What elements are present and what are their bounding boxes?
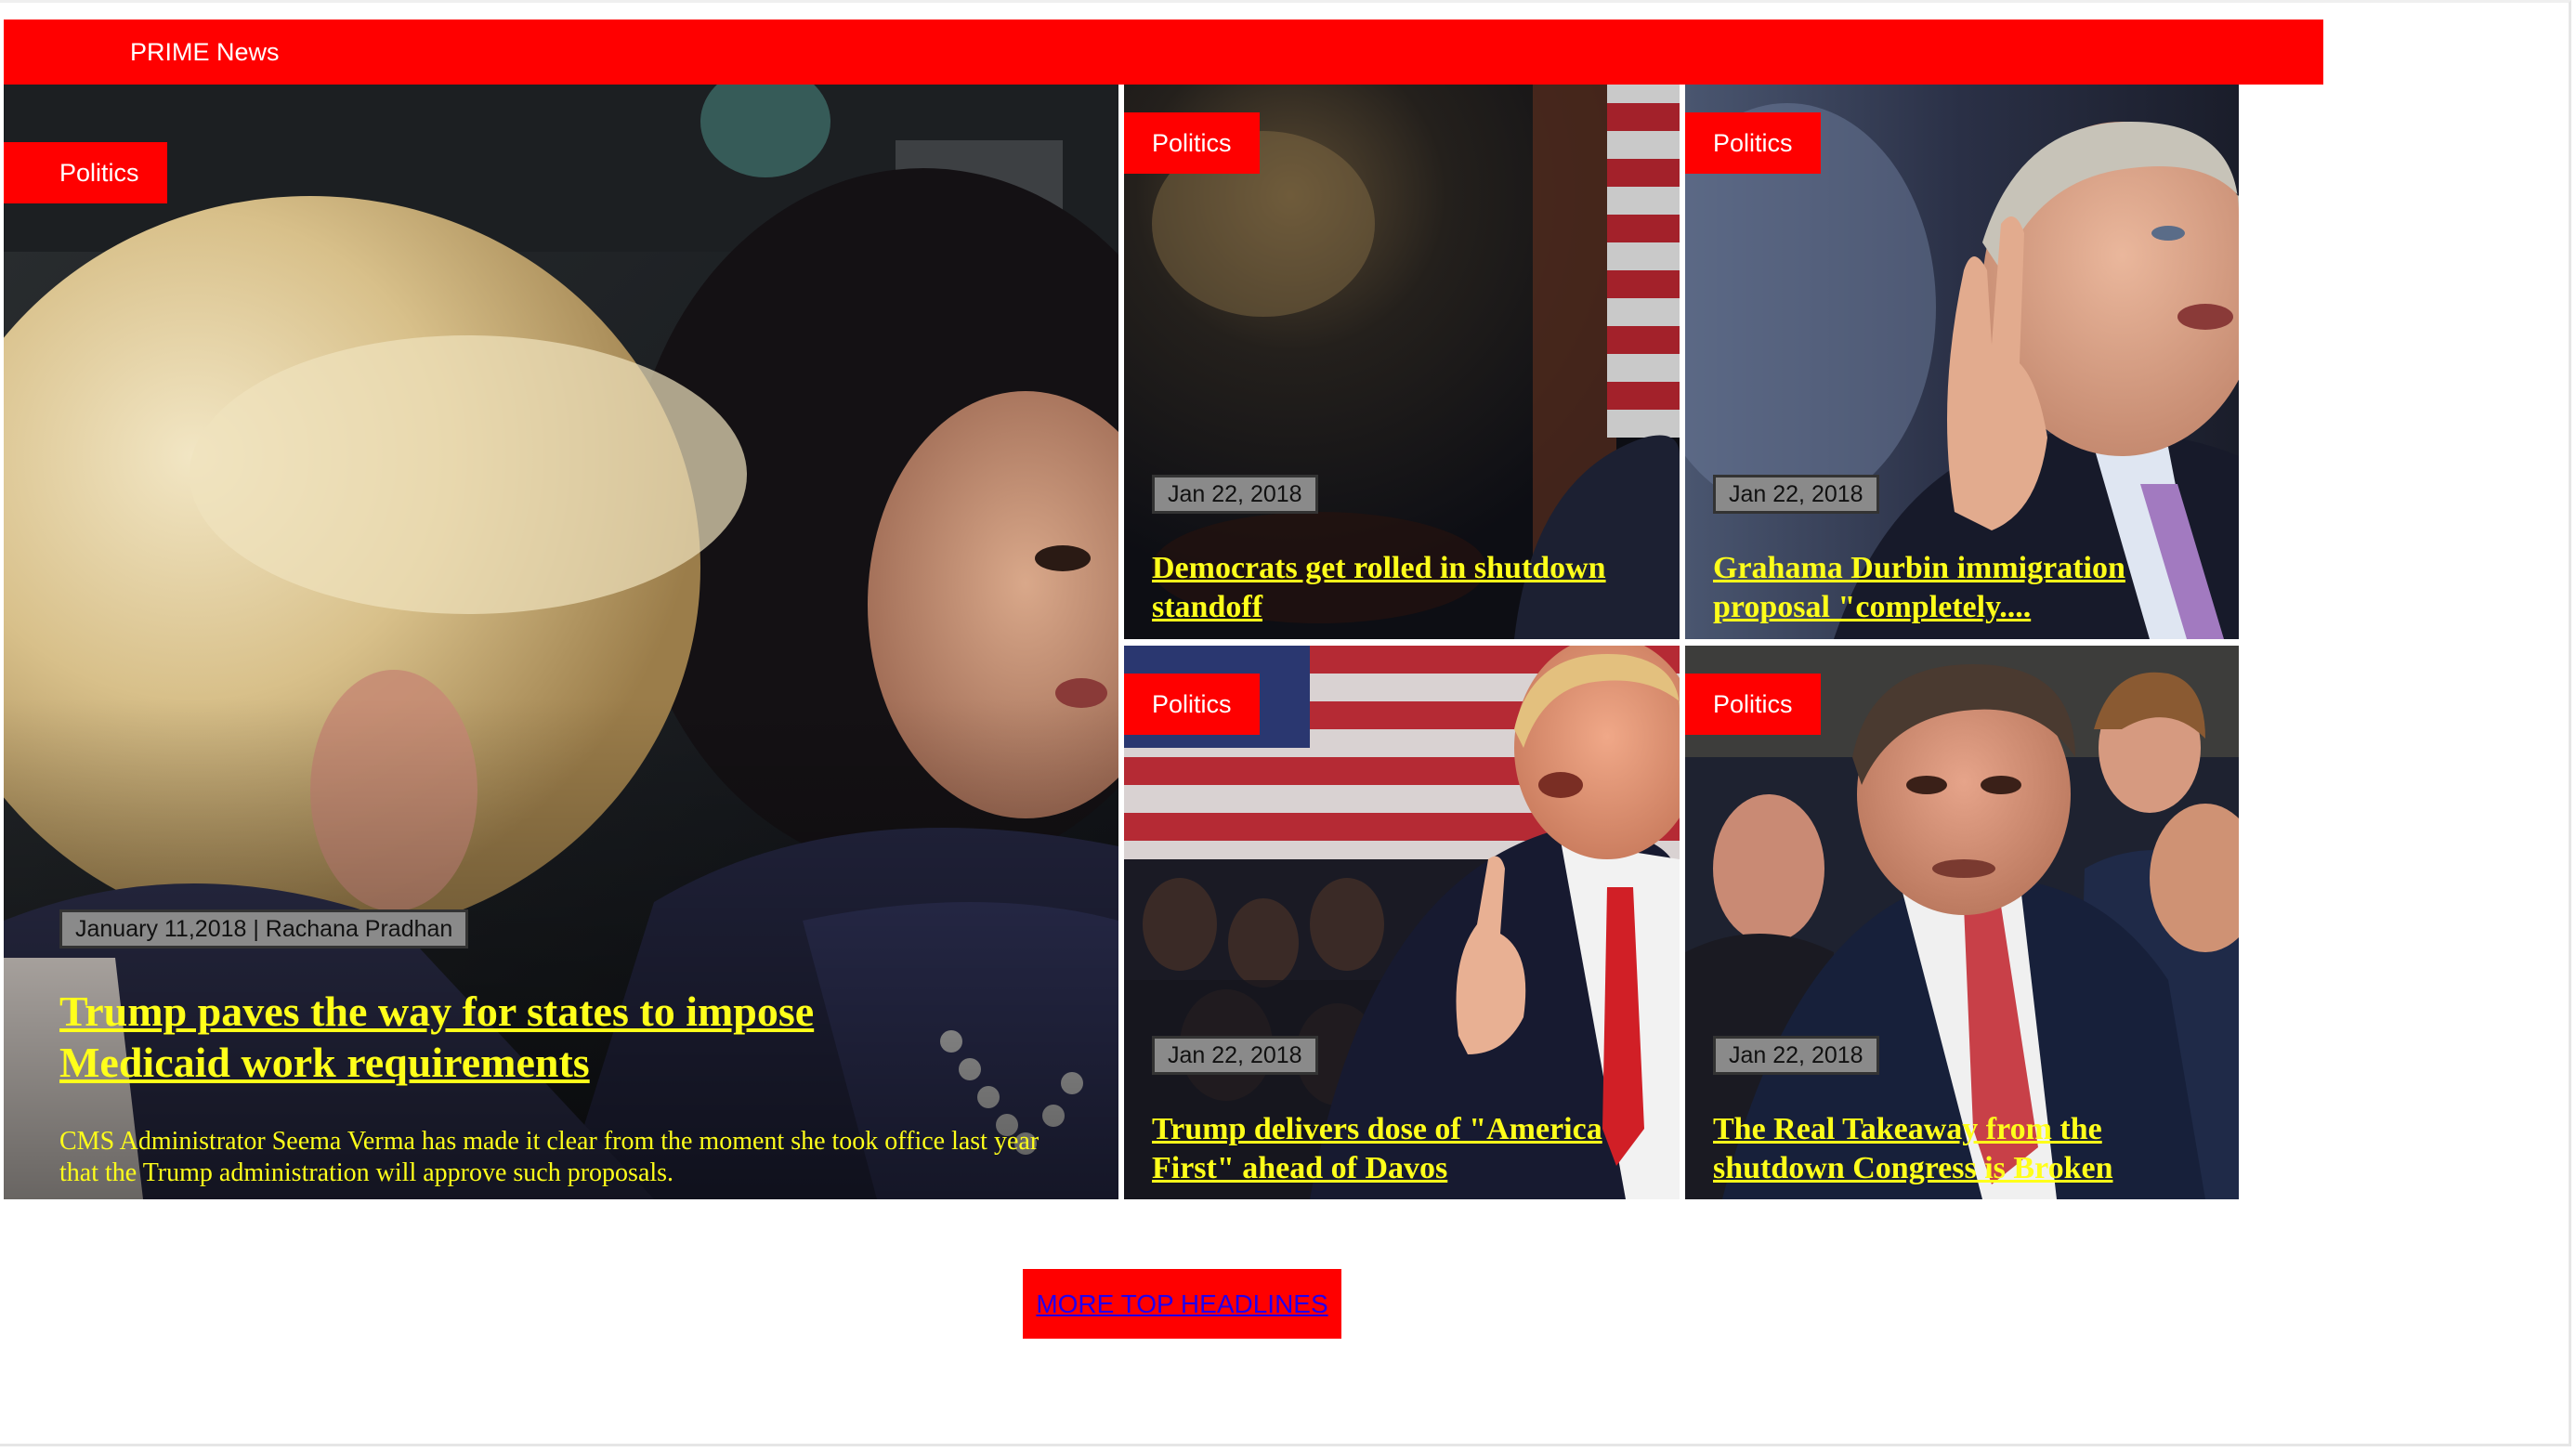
- more-top-headlines-link[interactable]: MORE TOP HEADLINES: [1036, 1289, 1327, 1318]
- featured-meta-badge: January 11,2018 | Rachana Pradhan: [59, 909, 469, 948]
- featured-story-card[interactable]: Politics January 11,2018 | Rachana Pradh…: [4, 85, 1118, 1199]
- category-badge[interactable]: Politics: [1124, 674, 1260, 735]
- date-badge: Jan 22, 2018: [1713, 475, 1879, 514]
- story-card[interactable]: Politics Jan 22, 2018 The Real Takeaway …: [1685, 646, 2239, 1199]
- story-card[interactable]: Politics Jan 22, 2018 Democrats get roll…: [1124, 85, 1680, 639]
- category-badge[interactable]: Politics: [1124, 112, 1260, 174]
- more-top-headlines-button[interactable]: MORE TOP HEADLINES: [1023, 1269, 1341, 1339]
- site-brand[interactable]: PRIME News: [130, 20, 280, 85]
- category-badge[interactable]: Politics: [1685, 112, 1821, 174]
- story-card[interactable]: Politics Jan 22, 2018 Trump delivers dos…: [1124, 646, 1680, 1199]
- category-badge[interactable]: Politics: [1685, 674, 1821, 735]
- featured-category-badge[interactable]: Politics: [4, 142, 167, 203]
- story-headline[interactable]: Grahama Durbin immigration proposal "com…: [1713, 549, 2233, 627]
- featured-summary: CMS Administrator Seema Verma has made i…: [59, 1127, 1040, 1187]
- story-card[interactable]: Politics Jan 22, 2018 Grahama Durbin imm…: [1685, 85, 2239, 639]
- date-badge: Jan 22, 2018: [1152, 1036, 1318, 1075]
- story-headline[interactable]: Democrats get rolled in shutdown standof…: [1152, 549, 1672, 627]
- story-headline[interactable]: Trump delivers dose of "America First" a…: [1152, 1110, 1672, 1188]
- featured-headline[interactable]: Trump paves the way for states to impose…: [59, 986, 988, 1088]
- date-badge: Jan 22, 2018: [1152, 475, 1318, 514]
- top-navbar: PRIME News: [4, 20, 2323, 85]
- story-headline[interactable]: The Real Takeaway from the shutdown Cong…: [1713, 1110, 2233, 1188]
- date-badge: Jan 22, 2018: [1713, 1036, 1879, 1075]
